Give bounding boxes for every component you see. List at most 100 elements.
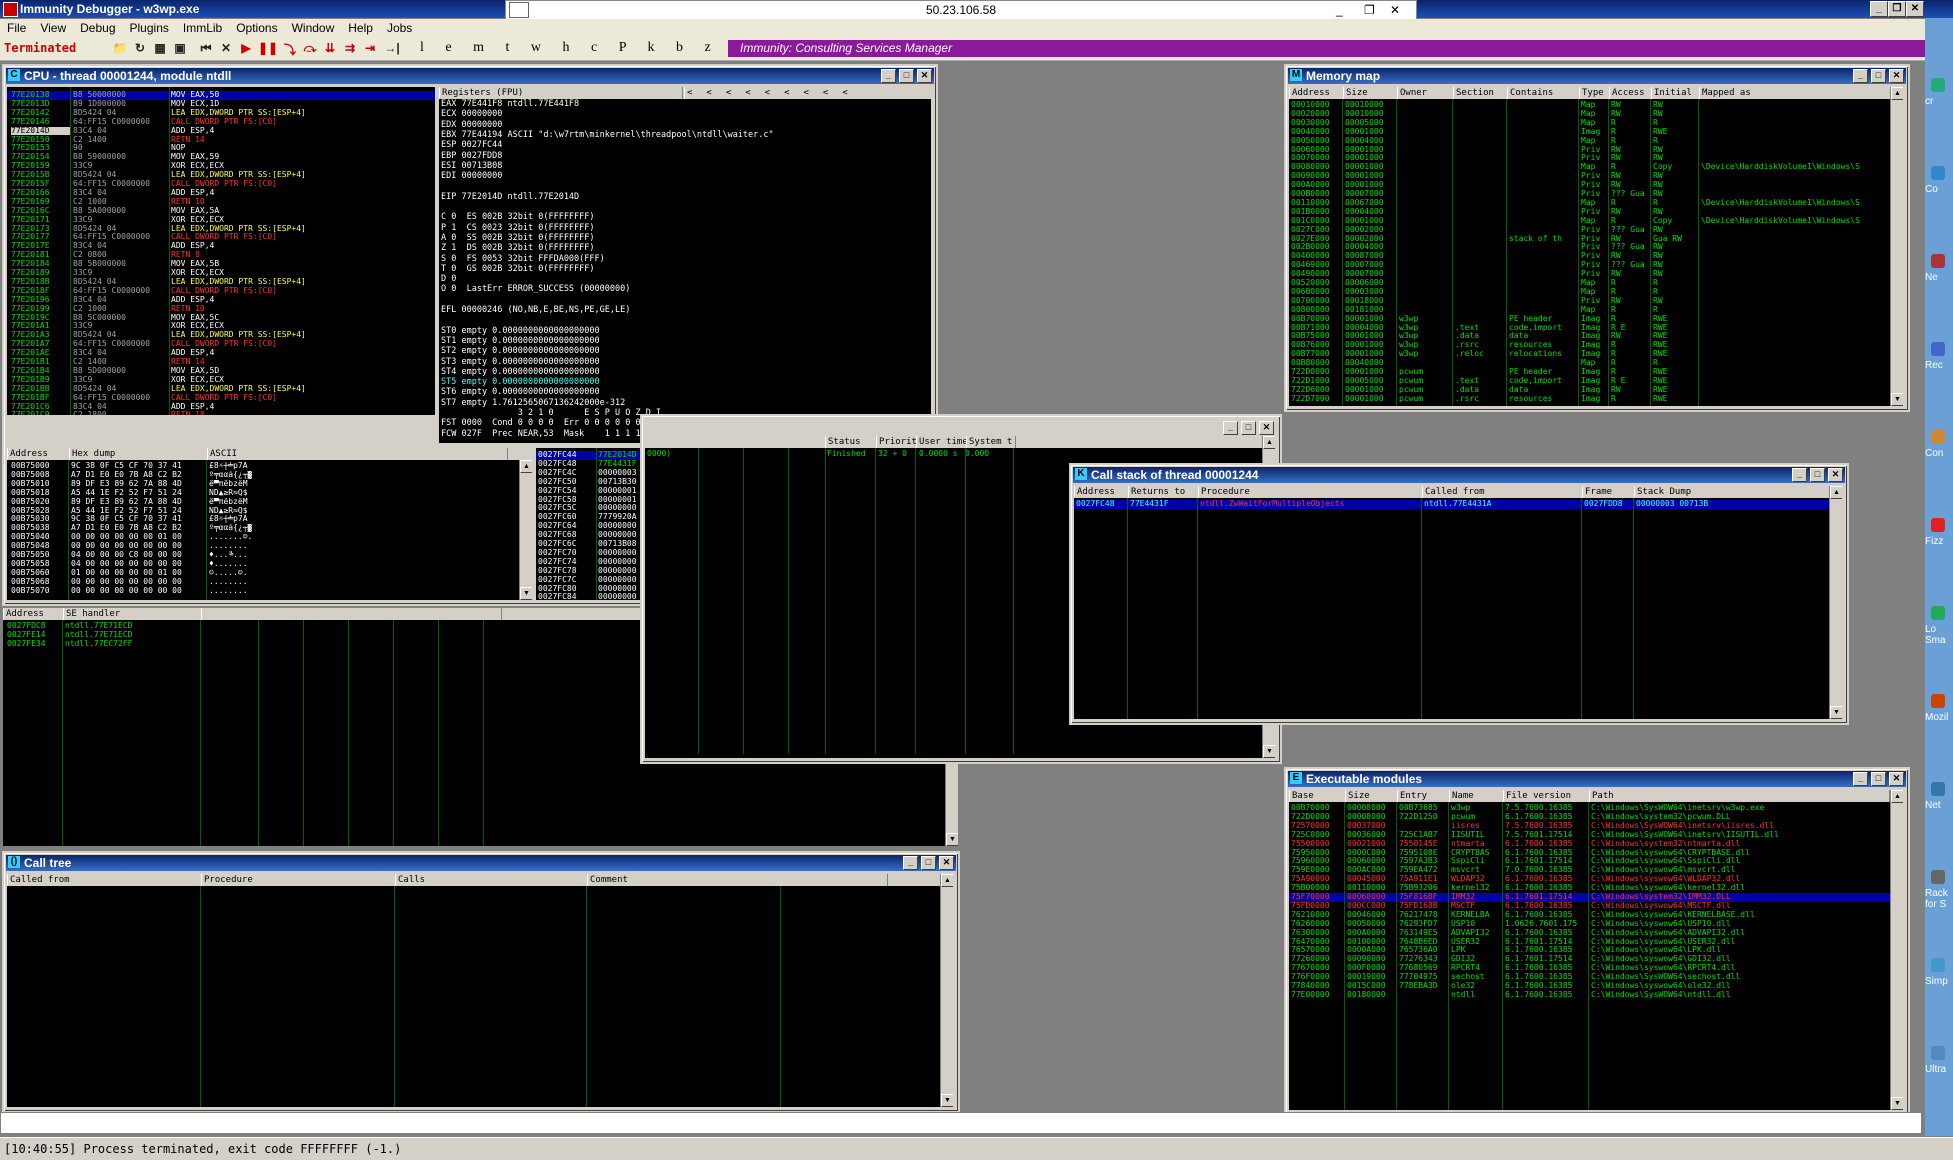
register-line[interactable]: ST3 empty 0.0000000000000000000 xyxy=(441,357,931,367)
column-header-6[interactable]: Access xyxy=(1609,87,1652,99)
disasm-row[interactable]: 77E20177 64:FF15 C0000000 CALL DWORD PTR F… xyxy=(7,233,435,242)
register-line[interactable]: ST2 empty 0.0000000000000000000 xyxy=(441,347,931,356)
desktop-shortcut-icon[interactable] xyxy=(1931,694,1945,708)
desktop-shortcut-icon[interactable] xyxy=(1931,518,1945,532)
scroll-down-icon[interactable]: ▼ xyxy=(941,1094,953,1107)
dump-row[interactable]: 00B75000 9C 38 0F C5 CF 70 37 41 £8☼┼╧p7A xyxy=(7,462,532,471)
threads-column-2[interactable]: User time xyxy=(916,436,967,448)
threads-minimize-button[interactable]: _ xyxy=(1223,421,1238,435)
disasm-row[interactable]: 77E2015F 64:FF15 C0000000 CALL DWORD PTR F… xyxy=(7,180,435,189)
restart-icon[interactable]: ↻ xyxy=(132,41,148,56)
register-nav-arrows[interactable]: <<<<<<<<< xyxy=(684,87,931,99)
memmap-row[interactable]: 00080000 00001000 Map R Copy \Device\Harddisk… xyxy=(1289,163,1903,172)
register-line[interactable]: ST6 empty 0.0000000000000000000 xyxy=(441,388,931,397)
disasm-row[interactable]: 77E201BF 64:FF15 C0000000 CALL DWORD PTR F… xyxy=(7,394,435,403)
column-header-8[interactable]: Mapped as xyxy=(1699,87,1903,99)
disasm-row[interactable]: 77E20189 33C9 XOR ECX,ECX xyxy=(7,269,435,278)
column-header-0[interactable]: Address xyxy=(1074,486,1129,498)
vertical-scrollbar[interactable]: ▲▼ xyxy=(1829,486,1842,719)
module-row[interactable]: 76300000 000A0000 763149E5 ADVAPI32 6.1.7600… xyxy=(1289,929,1903,938)
column-header-0[interactable]: Address xyxy=(7,448,70,460)
desktop-shortcut-label[interactable]: Con xyxy=(1925,448,1943,459)
scroll-up-icon[interactable]: ▲ xyxy=(1891,87,1903,100)
desktop-shortcut-label[interactable]: Fizz xyxy=(1925,536,1943,547)
register-line[interactable]: EBP 0027FDD8 xyxy=(441,151,931,161)
disasm-row[interactable]: 77E20184 B8 5B000000 MOV EAX,5B xyxy=(7,260,435,269)
module-row[interactable]: 776F0000 00019000 77704975 sechost 6.1.7600.… xyxy=(1289,973,1903,982)
step-into-icon[interactable]: ⤵ xyxy=(282,41,298,57)
desktop-shortcut-label[interactable]: Mozil xyxy=(1925,712,1948,723)
module-row[interactable]: 77E00000 00180000 ntdll 6.1.7600.16385 C:\Wi… xyxy=(1289,991,1903,1000)
scroll-up-icon[interactable]: ▲ xyxy=(520,460,532,473)
callstack-pane[interactable]: Address Returns to Procedure Called from Fra… xyxy=(1074,486,1842,719)
dump-row[interactable]: 00B75008 A7 D1 E0 E0 7B A8 C2 B2 º╤ααá{¿┬▓ xyxy=(7,471,532,480)
register-line[interactable]: Z 1 DS 002B 32bit 0(FFFFFFFF) xyxy=(441,244,931,253)
register-line[interactable]: EBX 77E44194 ASCII "d:\w7rtm\minkernel\t… xyxy=(441,131,931,140)
modules-pane[interactable]: Base Size Entry Name File version Path 00B7000… xyxy=(1289,790,1903,1110)
registers-pane[interactable]: Registers (FPU) <<<<<<<<< EAX 77E441F8 n… xyxy=(439,87,931,443)
disasm-row[interactable]: 77E201A3 8D5424 04 LEA EDX,DWORD PTR SS:[E… xyxy=(7,331,435,340)
menu-immlib[interactable]: ImmLib xyxy=(176,19,229,35)
scroll-up-icon[interactable]: ▲ xyxy=(941,874,953,887)
dump-row[interactable]: 00B75070 00 00 00 00 00 00 00 00........ xyxy=(7,587,532,596)
memmap-row[interactable]: 00600000 00003000 Map R R xyxy=(1289,288,1903,297)
menu-debug[interactable]: Debug xyxy=(73,19,122,35)
scroll-down-icon[interactable]: ▼ xyxy=(1891,1097,1903,1110)
column-header-0[interactable]: Address xyxy=(1289,87,1344,99)
register-line[interactable]: EIP 77E2014D ntdll.77E2014D xyxy=(441,193,931,202)
hex-dump-pane[interactable]: Address Hex dump ASCII 00B75000 9C 38 0F C5 … xyxy=(7,448,532,600)
run-icon[interactable]: ▶ xyxy=(238,41,254,56)
column-header-1[interactable]: SE handler xyxy=(63,608,202,620)
desktop-shortcut-label[interactable]: Net xyxy=(1925,800,1941,811)
column-header-1[interactable]: Procedure xyxy=(201,874,396,886)
desktop-shortcut-icon[interactable] xyxy=(1931,606,1945,620)
module-row[interactable]: 00B70000 00008000 00B73685 w3wp 7.5.7600.163… xyxy=(1289,804,1903,813)
disasm-row[interactable]: 77E201B1 C2 1400 RETN 14 xyxy=(7,358,435,367)
memmap-row[interactable]: 000A0000 00001000 Priv RW RW xyxy=(1289,181,1903,190)
disasm-row[interactable]: 77E20150 C2 1400 RETN 14 xyxy=(7,136,435,145)
column-header-3[interactable]: Comment xyxy=(587,874,888,886)
dump-row[interactable]: 00B75020 89 DF E3 89 62 7A 88 4D ë▀πëbzêM xyxy=(7,498,532,507)
disasm-row[interactable]: 77E2018F 64:FF15 C0000000 CALL DWORD PTR F… xyxy=(7,287,435,296)
module-row[interactable]: 75B00000 00110000 75B93206 kernel32 6.1.7600… xyxy=(1289,884,1903,893)
vertical-scrollbar[interactable]: ▲▼ xyxy=(1890,87,1903,406)
column-header-5[interactable]: Stack Dump xyxy=(1634,486,1842,498)
register-line[interactable]: ESI 00713B08 xyxy=(441,162,931,171)
register-line[interactable] xyxy=(441,182,931,191)
memmap-row[interactable]: 722D6000 00001000 pcwum .data data Imag RW RWE xyxy=(1289,386,1903,395)
register-line[interactable]: ST7 empty 1.7612565067136242000e-312 xyxy=(441,399,931,408)
memmap-row[interactable]: 00060000 00001000 Priv RW RW xyxy=(1289,146,1903,155)
disasm-row[interactable]: 77E20138 B8 50000000 MOV EAX,50 xyxy=(7,91,435,100)
desktop-shortcut-icon[interactable] xyxy=(1931,782,1945,796)
memmap-row[interactable]: 0027E000 00002000 stack of th Priv RW Gua RW xyxy=(1289,235,1903,244)
column-header-4[interactable]: File version xyxy=(1503,790,1590,802)
callstack-maximize-button[interactable]: □ xyxy=(1810,468,1825,482)
dump-row[interactable]: 00B75048 00 00 00 00 00 00 00 00........ xyxy=(7,542,532,551)
disasm-row[interactable]: 77E20169 C2 1000 RETN 10 xyxy=(7,198,435,207)
memmap-row[interactable]: 00090000 00001000 Priv RW RW xyxy=(1289,172,1903,181)
dump-row[interactable]: 00B75038 A7 D1 E0 E0 7B A8 C2 B2 º╤ααá{¿┬▓ xyxy=(7,524,532,533)
scroll-down-icon[interactable]: ▼ xyxy=(946,833,958,846)
column-header-5[interactable]: Type xyxy=(1579,87,1610,99)
memmap-row[interactable]: 00700000 00018000 Priv RW RW xyxy=(1289,297,1903,306)
menu-jobs[interactable]: Jobs xyxy=(380,19,419,35)
disasm-row[interactable]: 77E201A7 64:FF15 C0000000 CALL DWORD PTR F… xyxy=(7,340,435,349)
memmap-row[interactable]: 00800000 00181000 Map R R xyxy=(1289,306,1903,315)
trace-into-icon[interactable]: ⇊ xyxy=(322,41,338,56)
disasm-row[interactable]: 77E2015B 8D5424 04 LEA EDX,DWORD PTR SS:[E… xyxy=(7,171,435,180)
column-header-1[interactable]: Hex dump xyxy=(69,448,208,460)
register-line[interactable]: P 1 CS 0023 32bit 0(FFFFFFFF) xyxy=(441,224,931,233)
memmap-row[interactable]: 00469000 00007000 Priv ??? Gua RW xyxy=(1289,261,1903,270)
disasm-row[interactable]: 77E201B9 33C9 XOR ECX,ECX xyxy=(7,376,435,385)
column-header-3[interactable]: Name xyxy=(1449,790,1504,802)
module-row[interactable]: 75F70000 00060000 75F816BF IMM32 6.1.7601.17… xyxy=(1289,893,1903,902)
calltree-close-button[interactable]: ✕ xyxy=(939,856,954,870)
memmap-row[interactable]: 00B70000 00001000 w3wp PE header Imag R RWE xyxy=(1289,315,1903,324)
rewind-icon[interactable]: ⏮ xyxy=(198,41,214,56)
disasm-row[interactable]: 77E20199 C2 1000 RETN 10 xyxy=(7,305,435,314)
calltree-pane[interactable]: Called from Procedure Calls Comment ▲ ▼ xyxy=(7,874,953,1107)
desktop-shortcut-icon[interactable] xyxy=(1931,430,1945,444)
module-row[interactable]: 76210000 00046000 76217478 KERNELBA 6.1.7600… xyxy=(1289,911,1903,920)
register-line[interactable]: S 0 FS 0053 32bit FFFDA000(FFF) xyxy=(441,254,931,264)
module-row[interactable]: 76570000 0000A000 765736A0 LPK 6.1.7600.1638… xyxy=(1289,946,1903,955)
